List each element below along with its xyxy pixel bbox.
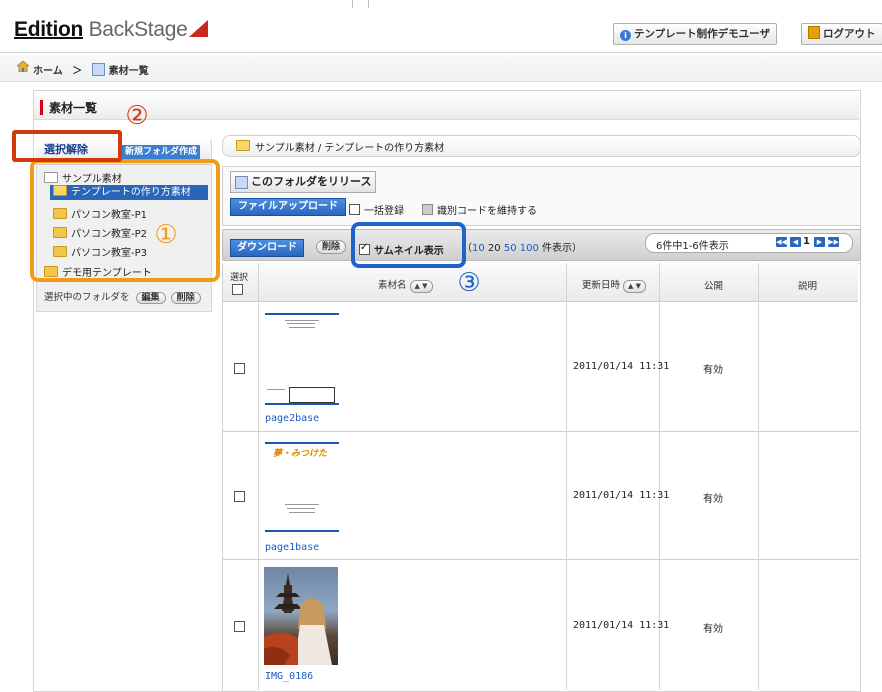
- col-select-label: 選択: [230, 273, 249, 283]
- result-count: 6件中1-6件表示: [656, 241, 729, 252]
- col-updated-label: 更新日時 ▲ ▼: [582, 277, 647, 293]
- thumbnail-page1base[interactable]: 夢・みつけた: [265, 440, 341, 536]
- annotation-box-3: [351, 222, 466, 268]
- page-title: 素材一覧: [49, 101, 98, 115]
- checkbox[interactable]: [422, 204, 433, 215]
- per-page-10[interactable]: 10: [472, 243, 485, 254]
- top-divider: [368, 0, 369, 8]
- asset-name-link[interactable]: page2base: [265, 413, 319, 424]
- user-button[interactable]: i テンプレート制作デモユーザ: [613, 23, 777, 45]
- title-accent-bar: [40, 100, 43, 115]
- selected-folder-actions: 選択中のフォルダを 編集 削除: [44, 289, 201, 304]
- last-page-icon[interactable]: ▶▶: [828, 237, 839, 247]
- breadcrumb: ホーム ＞ 素材一覧: [33, 62, 149, 77]
- list-icon: [91, 63, 105, 76]
- annotation-number-1: ①: [154, 220, 178, 250]
- sort-updated-button[interactable]: ▲ ▼: [623, 280, 647, 293]
- thumbnail-caption: 夢・みつけた: [273, 449, 328, 459]
- current-page: 1: [803, 236, 810, 247]
- updated-date: 2011/01/14 11:31: [573, 490, 670, 501]
- status-label: 有効: [703, 494, 723, 505]
- thumbnail-page2base[interactable]: [265, 311, 341, 409]
- delete-folder-button[interactable]: 削除: [170, 292, 201, 304]
- edit-folder-button[interactable]: 編集: [135, 292, 166, 304]
- asset-name-link[interactable]: page1base: [265, 542, 319, 553]
- breadcrumb-current: 素材一覧: [108, 66, 149, 77]
- logout-button[interactable]: ログアウト: [801, 23, 882, 45]
- per-page-50[interactable]: 50: [504, 243, 517, 254]
- photo-icon: [264, 573, 332, 665]
- folder-path: サンプル素材 / テンプレートの作り方素材: [255, 143, 445, 154]
- breadcrumb-home[interactable]: ホーム: [33, 66, 63, 77]
- folder-icon: [236, 140, 250, 151]
- status-label: 有効: [703, 365, 723, 376]
- first-page-icon[interactable]: ◀◀: [776, 237, 787, 247]
- home-icon: [17, 61, 29, 72]
- new-folder-button[interactable]: 新規フォルダ作成: [122, 145, 201, 160]
- info-icon: i: [620, 30, 631, 41]
- release-folder-button[interactable]: このフォルダをリリース: [230, 171, 377, 193]
- col-name-label: 素材名 ▲ ▼: [378, 277, 433, 293]
- file-upload-button[interactable]: ファイルアップロード: [230, 198, 346, 216]
- asset-name-link[interactable]: IMG_0186: [265, 671, 313, 682]
- page-header: [34, 91, 859, 120]
- select-all-checkbox[interactable]: [232, 284, 243, 295]
- app-logo[interactable]: Edition BackStage: [14, 18, 209, 42]
- annotation-box-1: [30, 159, 220, 282]
- release-icon: [235, 176, 248, 189]
- annotation-box-2: [12, 130, 122, 162]
- col-public-label: 公開: [704, 281, 724, 292]
- row-checkbox[interactable]: [234, 363, 245, 374]
- prev-page-icon[interactable]: ◀: [790, 237, 801, 247]
- photo-thumbnail-img0186[interactable]: [264, 567, 338, 665]
- breadcrumb-separator: ＞: [72, 66, 83, 77]
- checkbox[interactable]: [349, 204, 360, 215]
- logo-triangle-icon: [189, 20, 209, 37]
- keep-code-checkbox[interactable]: 識別コードを維持する: [422, 202, 537, 217]
- sort-name-button[interactable]: ▲ ▼: [409, 280, 433, 293]
- top-divider: [352, 0, 353, 8]
- bulk-register-checkbox[interactable]: 一括登録: [349, 202, 404, 217]
- per-page-selector: （10 20 50 100 件表示）: [462, 243, 583, 254]
- annotation-number-3: ③: [457, 268, 481, 298]
- next-page-icon[interactable]: ▶: [814, 237, 825, 247]
- delete-button[interactable]: 削除: [316, 240, 347, 254]
- status-label: 有効: [703, 624, 723, 635]
- per-page-20: 20: [487, 243, 501, 254]
- selected-folder-label: 選択中のフォルダを: [44, 292, 130, 303]
- updated-date: 2011/01/14 11:31: [573, 361, 670, 372]
- row-checkbox[interactable]: [234, 621, 245, 632]
- updated-date: 2011/01/14 11:31: [573, 620, 670, 631]
- per-page-100[interactable]: 100: [520, 243, 539, 254]
- row-checkbox[interactable]: [234, 491, 245, 502]
- download-button[interactable]: ダウンロード: [230, 239, 304, 257]
- annotation-number-2: ②: [125, 101, 149, 131]
- col-desc-label: 説明: [798, 281, 818, 292]
- logout-icon: [808, 26, 820, 39]
